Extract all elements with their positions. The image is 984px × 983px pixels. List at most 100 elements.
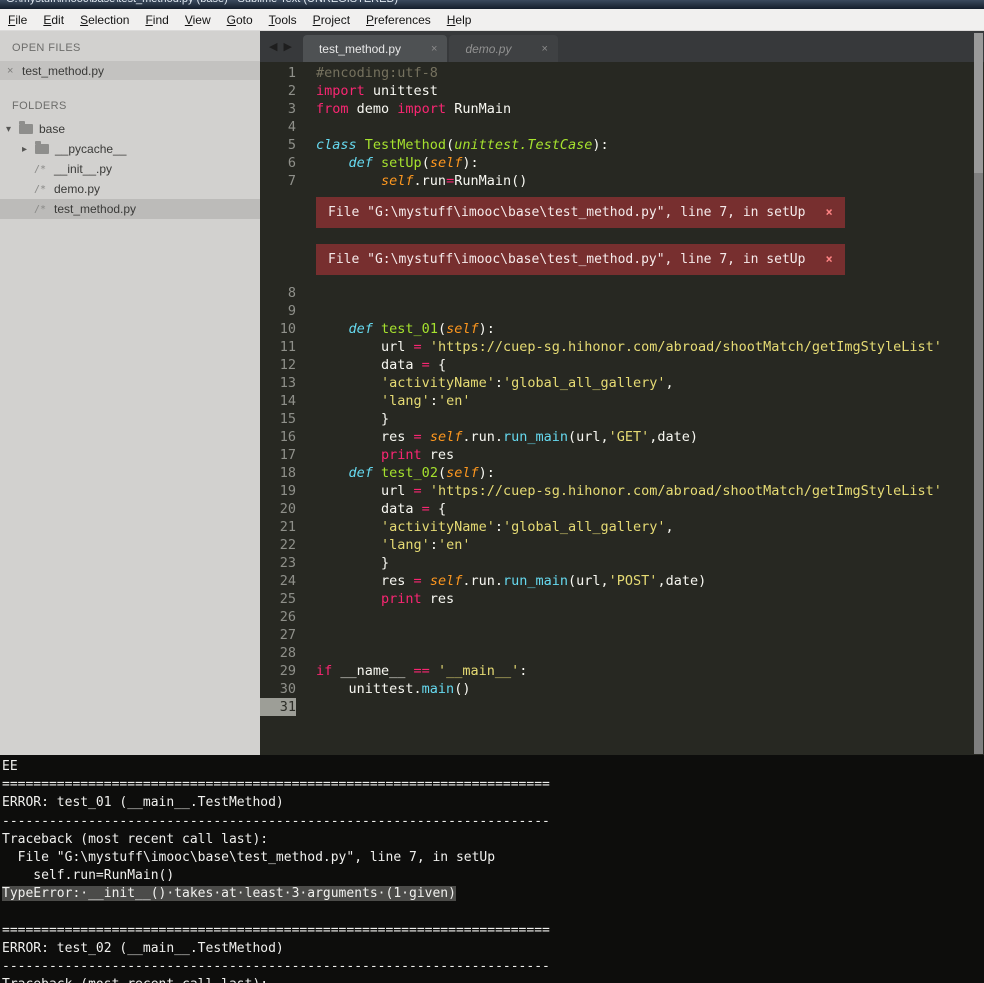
phantom-message: File "G:\mystuff\imooc\base\test_method.…	[328, 205, 805, 220]
menu-item-goto[interactable]: Goto	[219, 10, 261, 30]
console-line[interactable]: ========================================…	[2, 922, 984, 940]
code-line[interactable]: 17 print res	[260, 446, 984, 464]
code-line[interactable]: 16 res = self.run.run_main(url,'GET',dat…	[260, 428, 984, 446]
code-text: print res	[316, 446, 454, 464]
code-line[interactable]: 1#encoding:utf-8	[260, 64, 984, 82]
editor-column: ◀▶ test_method.py×demo.py× 1#encoding:ut…	[260, 31, 984, 755]
code-line[interactable]: 15 }	[260, 410, 984, 428]
code-line[interactable]: 20 data = {	[260, 500, 984, 518]
code-line[interactable]: 8	[260, 284, 984, 302]
line-number: 5	[260, 136, 296, 154]
menu-item-find[interactable]: Find	[137, 10, 176, 30]
menu-bar: FileEditSelectionFindViewGotoToolsProjec…	[0, 9, 984, 31]
code-line[interactable]: 7 self.run=RunMain()	[260, 172, 984, 190]
line-number: 1	[260, 64, 296, 82]
code-line[interactable]: 14 'lang':'en'	[260, 392, 984, 410]
code-line[interactable]: 24 res = self.run.run_main(url,'POST',da…	[260, 572, 984, 590]
code-line[interactable]: 6 def setUp(self):	[260, 154, 984, 172]
code-text: }	[316, 554, 389, 572]
tree-folder-base[interactable]: ▾ base	[0, 119, 260, 139]
code-line[interactable]: 31	[260, 698, 984, 716]
code-line[interactable]: 23 }	[260, 554, 984, 572]
console-line[interactable]	[2, 904, 984, 922]
tree-item-label: demo.py	[54, 182, 100, 196]
console-line[interactable]: Traceback (most recent call last):	[2, 831, 984, 849]
code-line[interactable]: 3from demo import RunMain	[260, 100, 984, 118]
build-output-panel[interactable]: EE======================================…	[0, 755, 984, 983]
line-number: 9	[260, 302, 296, 320]
code-line[interactable]: 28	[260, 644, 984, 662]
console-line[interactable]: Traceback (most recent call last):	[2, 976, 984, 983]
code-line[interactable]: 19 url = 'https://cuep-sg.hihonor.com/ab…	[260, 482, 984, 500]
menu-item-view[interactable]: View	[177, 10, 219, 30]
console-line[interactable]: ----------------------------------------…	[2, 958, 984, 976]
code-line[interactable]: 18 def test_02(self):	[260, 464, 984, 482]
code-text: from demo import RunMain	[316, 100, 511, 118]
scrollbar-thumb[interactable]	[974, 33, 983, 173]
menu-item-selection[interactable]: Selection	[72, 10, 137, 30]
tab-demo.py[interactable]: demo.py×	[449, 35, 557, 62]
line-number: 4	[260, 118, 296, 136]
line-number: 16	[260, 428, 296, 446]
disclosure-closed-icon[interactable]: ▸	[22, 144, 35, 155]
tab-test_method.py[interactable]: test_method.py×	[303, 35, 448, 62]
menu-item-help[interactable]: Help	[439, 10, 480, 30]
tree-file-demo.py[interactable]: /*demo.py	[0, 179, 260, 199]
code-line[interactable]: 11 url = 'https://cuep-sg.hihonor.com/ab…	[260, 338, 984, 356]
tree-file-__init__.py[interactable]: /*__init__.py	[0, 159, 260, 179]
console-line[interactable]: self.run=RunMain()	[2, 867, 984, 885]
menu-item-preferences[interactable]: Preferences	[358, 10, 439, 30]
tab-scroll-right-icon[interactable]: ▶	[280, 41, 294, 53]
line-number: 20	[260, 500, 296, 518]
editor-scrollbar[interactable]	[974, 33, 983, 754]
line-number: 2	[260, 82, 296, 100]
code-editor[interactable]: 1#encoding:utf-82import unittest3from de…	[260, 62, 984, 755]
code-line[interactable]: 27	[260, 626, 984, 644]
line-number: 13	[260, 374, 296, 392]
console-line[interactable]: ----------------------------------------…	[2, 813, 984, 831]
code-line[interactable]: 25 print res	[260, 590, 984, 608]
code-line[interactable]: 26	[260, 608, 984, 626]
menu-item-tools[interactable]: Tools	[261, 10, 305, 30]
code-text: def setUp(self):	[316, 154, 479, 172]
code-line[interactable]: 30 unittest.main()	[260, 680, 984, 698]
window-title: G:\mystuff\imooc\base\test_method.py (ba…	[0, 0, 984, 5]
menu-item-edit[interactable]: Edit	[35, 10, 72, 30]
file-icon: /*	[34, 184, 54, 195]
tree-file-test_method.py[interactable]: /*test_method.py	[0, 199, 260, 219]
tree-folder-__pycache__[interactable]: ▸__pycache__	[0, 139, 260, 159]
tab-close-icon[interactable]: ×	[431, 43, 437, 55]
menu-item-file[interactable]: File	[0, 10, 35, 30]
code-text: url = 'https://cuep-sg.hihonor.com/abroa…	[316, 338, 942, 356]
menu-item-project[interactable]: Project	[305, 10, 358, 30]
console-line[interactable]: EE	[2, 758, 984, 776]
console-line[interactable]: ERROR: test_02 (__main__.TestMethod)	[2, 940, 984, 958]
code-line[interactable]: 9	[260, 302, 984, 320]
code-line[interactable]: 13 'activityName':'global_all_gallery',	[260, 374, 984, 392]
code-line[interactable]: 10 def test_01(self):	[260, 320, 984, 338]
tab-close-icon[interactable]: ×	[541, 43, 547, 55]
line-number: 10	[260, 320, 296, 338]
console-line[interactable]: ========================================…	[2, 776, 984, 794]
code-line[interactable]: 29if __name__ == '__main__':	[260, 662, 984, 680]
code-line[interactable]: 22 'lang':'en'	[260, 536, 984, 554]
line-number: 23	[260, 554, 296, 572]
open-file-item[interactable]: ×test_method.py	[0, 61, 260, 80]
phantom-close-icon[interactable]: ×	[825, 252, 832, 267]
close-file-icon[interactable]: ×	[7, 65, 22, 77]
code-line[interactable]: 4	[260, 118, 984, 136]
console-line[interactable]: ERROR: test_01 (__main__.TestMethod)	[2, 794, 984, 812]
console-line[interactable]: File "G:\mystuff\imooc\base\test_method.…	[2, 849, 984, 867]
console-line[interactable]: TypeError:·__init__()·takes·at·least·3·a…	[2, 885, 984, 903]
code-line[interactable]: 2import unittest	[260, 82, 984, 100]
disclosure-open-icon[interactable]: ▾	[6, 124, 19, 135]
line-number: 11	[260, 338, 296, 356]
tab-bar: ◀▶ test_method.py×demo.py×	[260, 31, 984, 62]
code-line[interactable]: 21 'activityName':'global_all_gallery',	[260, 518, 984, 536]
code-line[interactable]: 12 data = {	[260, 356, 984, 374]
phantom-close-icon[interactable]: ×	[825, 205, 832, 220]
tab-scroll-left-icon[interactable]: ◀	[266, 41, 280, 53]
tree-item-label: base	[39, 122, 65, 136]
folders-header: FOLDERS	[0, 80, 260, 119]
code-line[interactable]: 5class TestMethod(unittest.TestCase):	[260, 136, 984, 154]
